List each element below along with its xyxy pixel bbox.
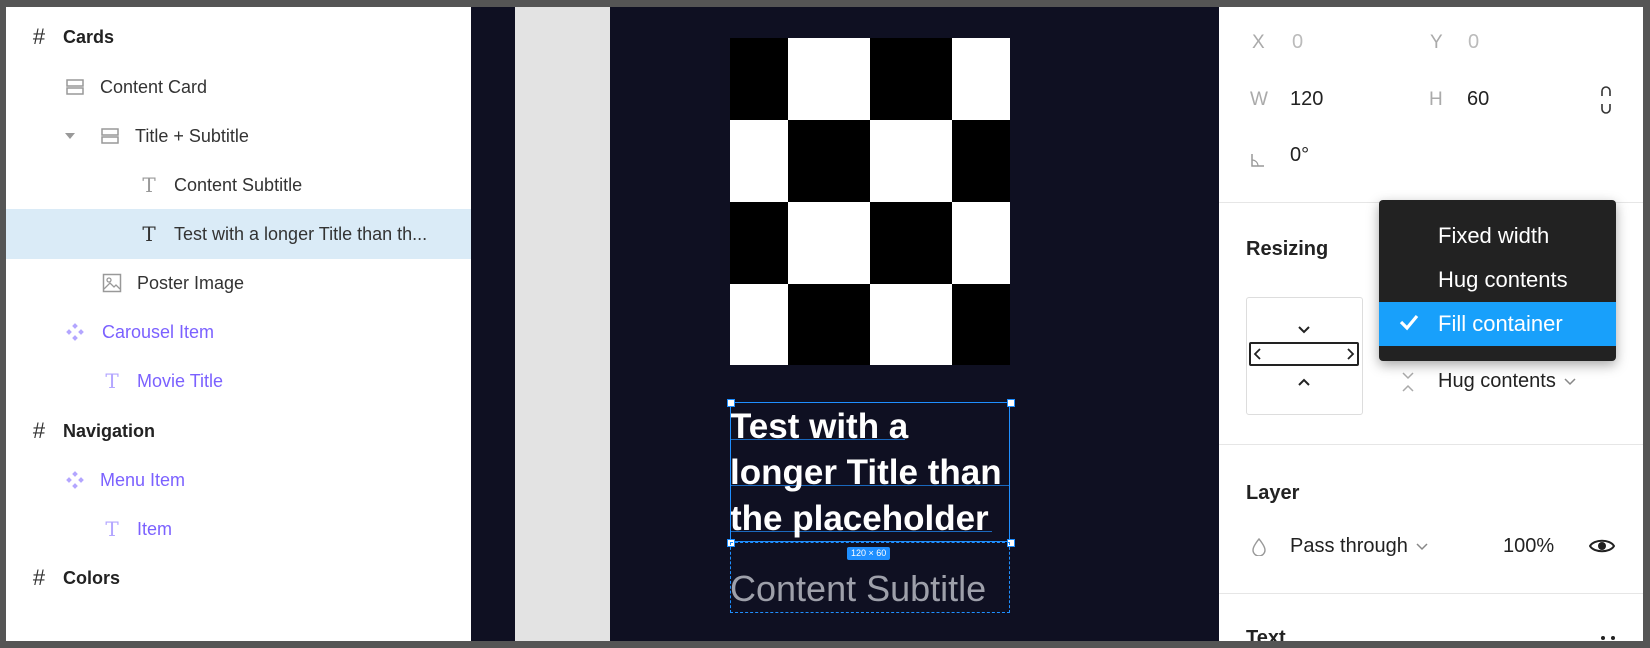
layer-item-movie-title[interactable]: T Movie Title: [6, 356, 471, 406]
resizing-title: Resizing: [1246, 238, 1329, 260]
auto-layout-icon: [99, 125, 121, 147]
checkmark-icon: [1399, 310, 1419, 338]
vertical-resize-icon: [1401, 371, 1415, 398]
app-window: # Cards Content Card Title + Subtitle T …: [6, 7, 1643, 641]
layer-item-item[interactable]: T Item: [6, 504, 471, 554]
y-label: Y: [1430, 32, 1443, 53]
layer-item-carousel-item[interactable]: Carousel Item: [6, 307, 471, 357]
more-options-icon[interactable]: [1600, 629, 1616, 641]
blend-mode-icon: [1252, 537, 1266, 561]
resize-handle[interactable]: [727, 399, 735, 407]
width-input[interactable]: 120: [1290, 88, 1323, 111]
layer-item-cards[interactable]: # Cards: [6, 12, 471, 62]
constrain-proportions-icon[interactable]: [1599, 85, 1613, 120]
text-icon: T: [105, 369, 119, 393]
properties-panel: X 0 Y 0 W 120 H 60 0° Resizing Hug conte…: [1219, 7, 1643, 641]
chevron-down-icon[interactable]: [65, 133, 75, 139]
poster-image[interactable]: [730, 38, 1010, 365]
opacity-input[interactable]: 100%: [1503, 535, 1554, 558]
dimension-badge: 120 × 60: [847, 547, 891, 560]
x-label: X: [1252, 32, 1265, 53]
chevron-down-icon: [1416, 538, 1428, 556]
frame-background: [515, 7, 610, 641]
text-section-title: Text: [1246, 627, 1286, 641]
layer-item-title-subtitle[interactable]: Title + Subtitle: [6, 111, 471, 161]
eye-icon[interactable]: [1588, 537, 1616, 560]
text-icon: T: [105, 517, 119, 541]
blend-mode-select[interactable]: Pass through: [1290, 535, 1428, 558]
layer-item-poster-image[interactable]: Poster Image: [6, 258, 471, 308]
divider: [1219, 444, 1643, 445]
height-input[interactable]: 60: [1467, 88, 1489, 111]
rotation-input[interactable]: 0°: [1290, 144, 1309, 167]
x-input[interactable]: 0: [1292, 31, 1303, 54]
text-icon: T: [142, 222, 156, 246]
horizontal-resizing-menu: Fixed width Hug contents Fill container: [1379, 200, 1616, 361]
layer-item-menu-item[interactable]: Menu Item: [6, 455, 471, 505]
layer-item-title-text[interactable]: T Test with a longer Title than th...: [6, 209, 471, 259]
layer-item-colors[interactable]: # Colors: [6, 553, 471, 603]
h-label: H: [1429, 89, 1443, 110]
text-icon: T: [142, 173, 156, 197]
selection-box: [730, 402, 1010, 542]
resizing-preview: [1246, 297, 1363, 415]
layer-item-content-subtitle[interactable]: T Content Subtitle: [6, 160, 471, 210]
frame-icon: #: [32, 418, 46, 443]
card-subtitle-text[interactable]: Content Subtitle: [730, 567, 986, 611]
frame-icon: #: [32, 565, 46, 590]
chevron-down-icon: [1297, 322, 1311, 340]
chevron-up-icon: [1297, 374, 1311, 392]
rotation-icon: [1250, 152, 1266, 173]
component-icon: [64, 321, 86, 343]
layers-panel: # Cards Content Card Title + Subtitle T …: [6, 7, 471, 641]
chevron-down-icon: [1564, 373, 1576, 391]
y-input[interactable]: 0: [1468, 31, 1479, 54]
design-canvas[interactable]: Test with a longer Title than the placeh…: [471, 7, 1219, 641]
menu-item-hug-contents[interactable]: Hug contents: [1379, 258, 1616, 302]
resize-handle[interactable]: [1007, 399, 1015, 407]
menu-item-fill-container[interactable]: Fill container: [1379, 302, 1616, 346]
fill-bar: [1249, 342, 1359, 366]
w-label: W: [1250, 89, 1268, 110]
layer-title: Layer: [1246, 482, 1300, 504]
layer-item-content-card[interactable]: Content Card: [6, 62, 471, 112]
menu-item-fixed-width[interactable]: Fixed width: [1379, 214, 1616, 258]
layer-item-navigation[interactable]: # Navigation: [6, 406, 471, 456]
auto-layout-icon: [64, 76, 86, 98]
divider: [1219, 593, 1643, 594]
frame-icon: #: [32, 24, 46, 49]
image-icon: [101, 272, 123, 294]
vertical-resizing-select[interactable]: Hug contents: [1438, 370, 1576, 393]
component-icon: [64, 469, 86, 491]
